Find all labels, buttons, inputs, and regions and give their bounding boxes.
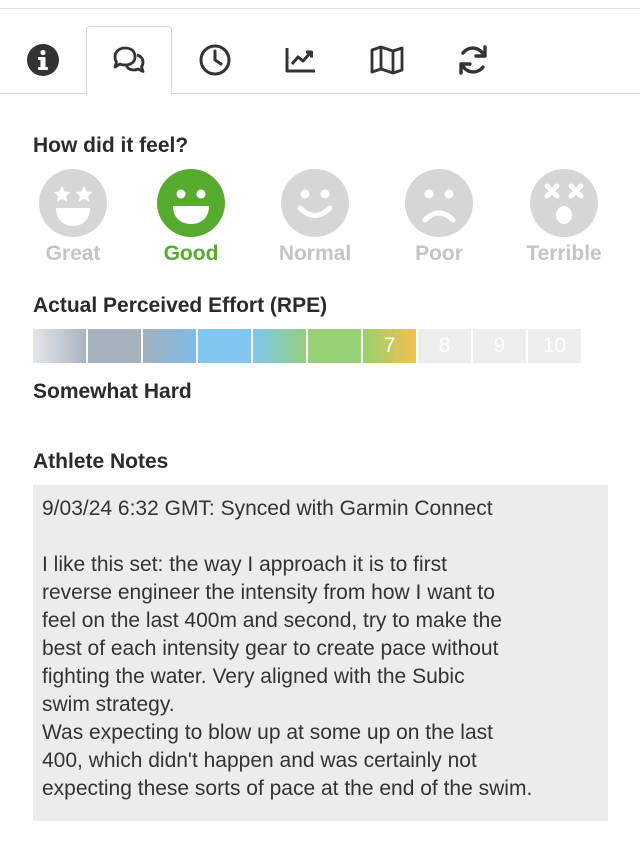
feel-title: How did it feel?	[33, 134, 189, 157]
sync-icon	[459, 45, 487, 75]
notes-title: Athlete Notes	[33, 450, 169, 473]
tab-analysis[interactable]	[258, 26, 344, 94]
feel-label-great: Great	[45, 242, 101, 265]
rpe-segment-7-label: 7	[383, 334, 396, 357]
feel-label-terrible: Terrible	[526, 242, 602, 265]
notes-sync-header: 9/03/24 6:32 GMT: Synced with Garmin Con…	[42, 497, 493, 520]
rpe-segment-2[interactable]	[88, 329, 141, 363]
rpe-segment-3[interactable]	[143, 329, 196, 363]
tab-history[interactable]	[172, 26, 258, 94]
feel-label-poor: Poor	[415, 242, 463, 265]
rpe-segment-9[interactable]: 9	[473, 329, 526, 363]
tab-map[interactable]	[344, 26, 430, 94]
tab-comments[interactable]	[86, 26, 172, 95]
rpe-segment-9-label: 9	[493, 334, 506, 357]
rpe-segment-10-label: 10	[542, 334, 567, 357]
rpe-segment-7[interactable]: 7	[363, 329, 416, 363]
feel-option-good[interactable]: Good	[136, 168, 246, 266]
rpe-segment-10[interactable]: 10	[528, 329, 581, 363]
athlete-notes-box[interactable]: 9/03/24 6:32 GMT: Synced with Garmin Con…	[33, 485, 608, 821]
feel-option-poor[interactable]: Poor	[384, 168, 494, 266]
x-eyes-face-icon	[530, 169, 598, 237]
rpe-segment-1[interactable]	[33, 329, 86, 363]
rpe-segment-4[interactable]	[198, 329, 251, 363]
frown-face-icon	[405, 169, 473, 237]
star-eyes-face-icon	[39, 169, 107, 237]
smile-face-icon	[281, 169, 349, 237]
rpe-description: Somewhat Hard	[33, 380, 192, 403]
feel-option-great[interactable]: Great	[18, 168, 128, 266]
rpe-segment-5[interactable]	[253, 329, 306, 363]
tab-info[interactable]	[0, 26, 86, 94]
tab-sync[interactable]	[430, 26, 516, 94]
feel-option-terrible[interactable]: Terrible	[509, 168, 619, 266]
feel-option-normal[interactable]: Normal	[260, 168, 370, 266]
feel-options: Great Good Normal Poor Terrible	[0, 168, 640, 268]
rpe-segment-8[interactable]: 8	[418, 329, 471, 363]
big-smile-face-icon	[157, 169, 225, 237]
top-divider	[0, 8, 640, 9]
feel-label-normal: Normal	[278, 242, 352, 265]
rpe-scale: 7 8 9 10	[33, 329, 581, 363]
tab-bar	[0, 26, 640, 95]
notes-body: I like this set: the way I approach it i…	[42, 553, 533, 800]
rpe-title: Actual Perceived Effort (RPE)	[33, 294, 328, 317]
comments-icon	[113, 46, 145, 73]
map-icon	[370, 45, 404, 75]
rpe-segment-6[interactable]	[308, 329, 361, 363]
info-icon	[27, 44, 59, 76]
feel-label-good: Good	[163, 242, 219, 265]
chart-icon	[285, 48, 315, 73]
clock-icon	[199, 44, 231, 76]
rpe-segment-8-label: 8	[438, 334, 451, 357]
